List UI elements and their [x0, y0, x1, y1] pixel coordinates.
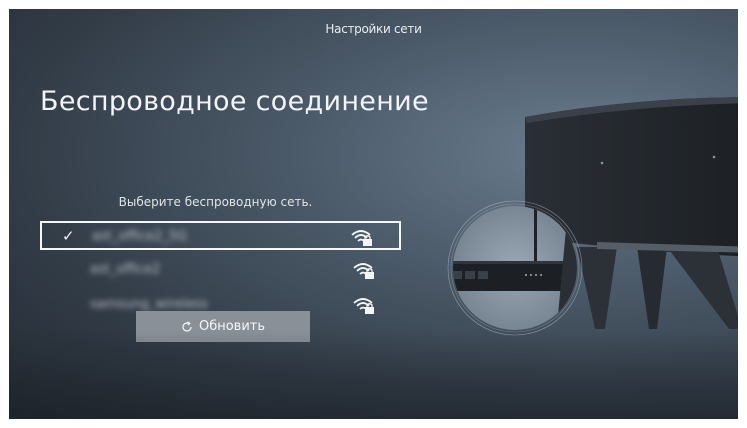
refresh-label: Обновить: [198, 319, 266, 334]
wifi-lock-icon: [351, 230, 372, 246]
check-icon: ✓: [62, 227, 75, 245]
refresh-button[interactable]: Обновить: [136, 311, 310, 342]
wifi-lock-icon: [353, 298, 374, 314]
wifi-lock-icon: [353, 263, 374, 279]
page-title: Беспроводное соединение: [40, 86, 429, 117]
refresh-icon: [182, 320, 192, 332]
network-item-selected[interactable]: ✓ ast_office2_5G: [40, 221, 401, 250]
tv-screen: Настройки сети Беспроводное соединение В…: [9, 9, 738, 419]
network-name: ast_office2: [90, 262, 161, 277]
network-prompt: Выберите беспроводную сеть.: [118, 195, 313, 209]
network-name: ast_office2_5G: [92, 229, 188, 244]
router-illustration: [447, 200, 583, 336]
network-name: samsung_wireless: [90, 297, 208, 312]
network-item[interactable]: ast_office2: [40, 256, 401, 285]
header-title: Настройки сети: [325, 22, 422, 36]
